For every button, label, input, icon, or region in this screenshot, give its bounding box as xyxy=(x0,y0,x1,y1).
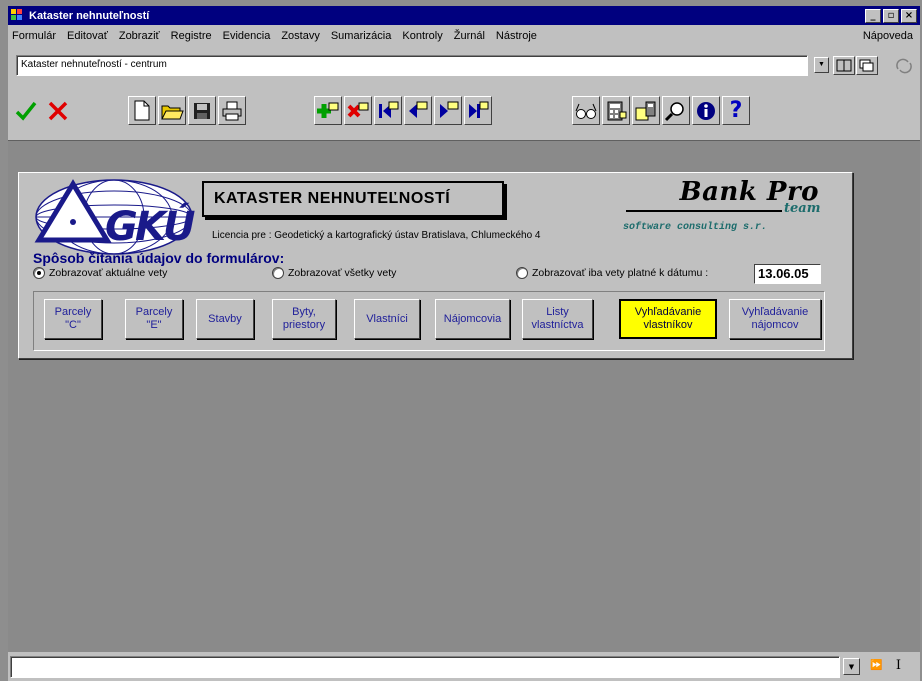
brand-team-text: team xyxy=(784,201,821,216)
last-record-icon[interactable] xyxy=(464,96,492,125)
brand-underline xyxy=(626,210,782,212)
new-document-icon[interactable] xyxy=(128,96,156,125)
add-record-icon[interactable] xyxy=(314,96,342,125)
title-bar: Kataster nehnuteľností _ ▫ × xyxy=(8,6,920,25)
menu-napoveda[interactable]: Nápoveda xyxy=(859,30,920,42)
form-heading: KATASTER NEHNUTEĽNOSTÍ xyxy=(202,181,504,217)
view-glasses-icon[interactable] xyxy=(572,96,600,125)
parcely-e-button[interactable]: Parcely "E" xyxy=(125,299,183,339)
menu-registre[interactable]: Registre xyxy=(167,30,219,42)
svg-text:Ú: Ú xyxy=(163,202,195,250)
read-mode-label: Spôsob čítania údajov do formulárov: xyxy=(33,250,285,266)
app-icon xyxy=(11,8,25,23)
status-field[interactable] xyxy=(10,656,840,678)
radio-label: Zobrazovať aktuálne vety xyxy=(49,267,168,279)
byty-priestory-button[interactable]: Byty, priestory xyxy=(272,299,336,339)
toolbar: ? xyxy=(8,96,920,132)
cancel-x-icon[interactable] xyxy=(44,96,72,125)
license-text: Licencia pre : Geodetický a kartografick… xyxy=(212,230,541,241)
next-record-icon[interactable] xyxy=(434,96,462,125)
date-field[interactable]: 13.06.05 xyxy=(754,264,821,284)
text-cursor-icon[interactable]: I xyxy=(890,658,907,675)
radio-label: Zobrazovať iba vety platné k dátumu : xyxy=(532,267,709,279)
menu-editovat[interactable]: Editovať xyxy=(63,30,115,42)
radio-dot-selected[interactable] xyxy=(33,267,45,279)
cascade-windows-icon[interactable] xyxy=(856,56,878,75)
main-window: Kataster nehnuteľností _ ▫ × Formulár Ed… xyxy=(8,6,920,681)
window-title: Kataster nehnuteľností xyxy=(29,9,150,22)
maximize-button[interactable]: ▫ xyxy=(883,8,899,23)
status-dropdown-icon[interactable]: ▼ xyxy=(843,658,860,675)
dropdown-arrow-icon[interactable]: ▼ xyxy=(814,57,829,73)
vlastnici-button[interactable]: Vlastníci xyxy=(354,299,420,339)
najomcovia-button[interactable]: Nájomcovia xyxy=(435,299,510,339)
confirm-check-icon[interactable] xyxy=(12,96,40,125)
svg-text:G: G xyxy=(105,204,138,250)
radio-dot[interactable] xyxy=(516,267,528,279)
help-question-icon[interactable]: ? xyxy=(722,96,750,125)
radio-dot[interactable] xyxy=(272,267,284,279)
open-folder-icon[interactable] xyxy=(158,96,186,125)
previous-record-icon[interactable] xyxy=(404,96,432,125)
menu-formular[interactable]: Formulár xyxy=(8,30,63,42)
menu-zobrazit[interactable]: Zobraziť xyxy=(115,30,167,42)
brand-subtitle: software consulting s.r. xyxy=(623,222,768,233)
refresh-icon[interactable] xyxy=(893,56,915,75)
edit-note-icon[interactable] xyxy=(632,96,660,125)
search-owners-button[interactable]: Vyhľadávanie vlastníkov xyxy=(619,299,717,339)
first-record-icon[interactable] xyxy=(374,96,402,125)
menu-evidencia[interactable]: Evidencia xyxy=(219,30,278,42)
stavby-button[interactable]: Stavby xyxy=(196,299,254,339)
menu-zurnal[interactable]: Žurnál xyxy=(450,30,492,42)
form-selector-row: Kataster nehnuteľností - centrum ▼ xyxy=(8,55,920,77)
calculator-icon[interactable] xyxy=(602,96,630,125)
parcely-c-button[interactable]: Parcely "C" xyxy=(44,299,102,339)
tile-windows-icon[interactable] xyxy=(833,56,855,75)
form-selector-field[interactable]: Kataster nehnuteľností - centrum xyxy=(16,55,808,76)
menu-zostavy[interactable]: Zostavy xyxy=(277,30,327,42)
radio-records-by-date[interactable]: Zobrazovať iba vety platné k dátumu : xyxy=(516,267,708,279)
radio-all-records[interactable]: Zobrazovať všetky vety xyxy=(272,267,396,279)
delete-record-icon[interactable] xyxy=(344,96,372,125)
fast-forward-icon[interactable]: ⏩ xyxy=(868,658,885,675)
minimize-button[interactable]: _ xyxy=(865,8,881,23)
search-magnifier-icon[interactable] xyxy=(662,96,690,125)
listy-vlastnictva-button[interactable]: Listy vlastníctva xyxy=(522,299,593,339)
radio-current-records[interactable]: Zobrazovať aktuálne vety xyxy=(33,267,167,279)
close-button[interactable]: × xyxy=(901,8,917,23)
form-buttons-group: Parcely "C" Parcely "E" Stavby Byty, pri… xyxy=(33,291,825,351)
client-area: G K Ú KATASTER NEHNUTEĽNOSTÍ Licencia pr… xyxy=(8,140,920,652)
print-icon[interactable] xyxy=(218,96,246,125)
radio-label: Zobrazovať všetky vety xyxy=(288,267,397,279)
main-form-panel: G K Ú KATASTER NEHNUTEĽNOSTÍ Licencia pr… xyxy=(18,172,853,359)
menu-nastroje[interactable]: Nástroje xyxy=(492,30,544,42)
save-disk-icon[interactable] xyxy=(188,96,216,125)
info-icon[interactable] xyxy=(692,96,720,125)
status-bar: ▼ ⏩ I xyxy=(8,654,920,681)
menu-sumarizacia[interactable]: Sumarizácia xyxy=(327,30,399,42)
menu-bar: Formulár Editovať Zobraziť Registre Evid… xyxy=(8,25,920,47)
gku-logo: G K Ú xyxy=(34,179,195,255)
menu-kontroly[interactable]: Kontroly xyxy=(398,30,449,42)
search-tenants-button[interactable]: Vyhľadávanie nájomcov xyxy=(729,299,821,339)
